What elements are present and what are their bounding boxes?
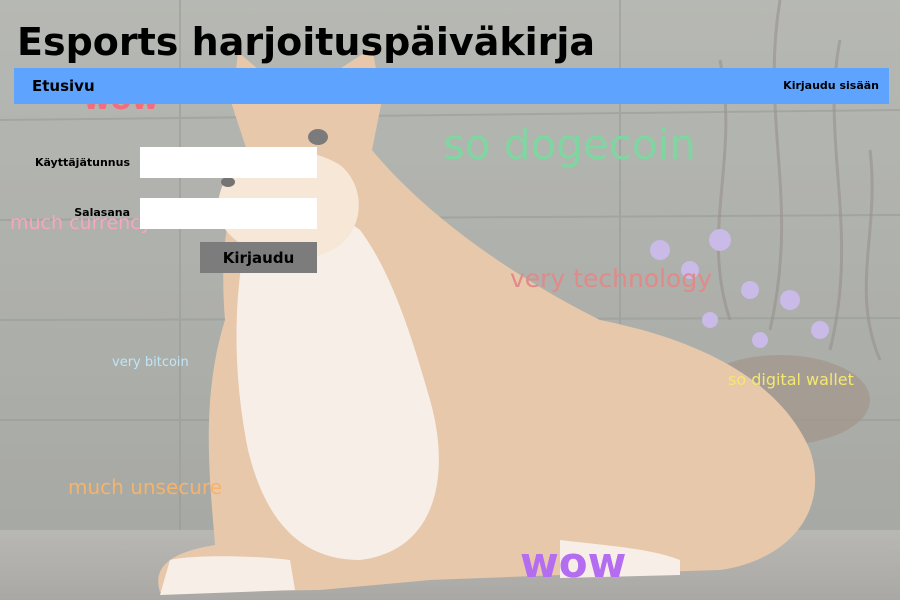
page-title: Esports harjoituspäiväkirja	[17, 20, 596, 64]
meme-word: wow	[520, 538, 627, 587]
password-field[interactable]	[140, 198, 317, 229]
login-button[interactable]: Kirjaudu	[200, 242, 317, 273]
password-label: Salasana	[74, 206, 130, 219]
top-navbar: Etusivu Kirjaudu sisään	[14, 68, 889, 104]
meme-word: much unsecure	[68, 475, 223, 499]
username-field[interactable]	[140, 147, 317, 178]
meme-word: so digital wallet	[728, 370, 854, 389]
meme-word: so dogecoin	[443, 120, 696, 169]
nav-home-link[interactable]: Etusivu	[32, 77, 95, 95]
nav-login-link[interactable]: Kirjaudu sisään	[783, 79, 879, 92]
meme-word: very technology	[510, 264, 713, 293]
meme-word: very bitcoin	[112, 355, 189, 370]
username-label: Käyttäjätunnus	[34, 156, 130, 169]
